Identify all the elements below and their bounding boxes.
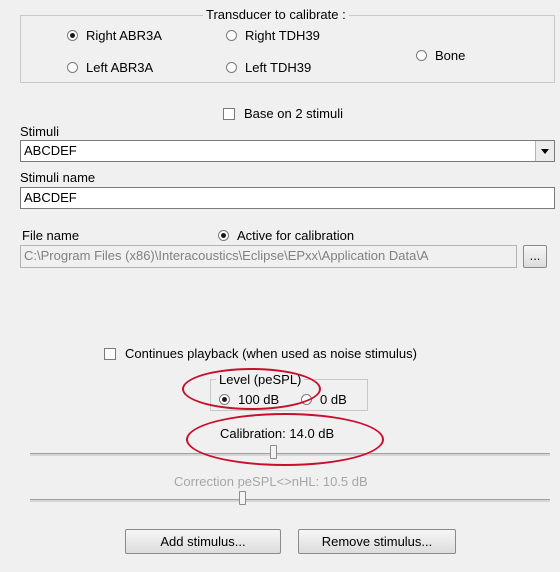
dropdown-button[interactable]: [535, 141, 554, 161]
radio-selected-icon: [67, 30, 78, 41]
radio-right-abr3a[interactable]: Right ABR3A: [67, 28, 162, 43]
stimuli-name-input[interactable]: ABCDEF: [20, 187, 555, 209]
stimuli-label: Stimuli: [20, 124, 60, 139]
browse-button[interactable]: ...: [523, 245, 547, 268]
checkbox-label: Continues playback (when used as noise s…: [125, 346, 417, 361]
file-name-label: File name: [22, 228, 80, 243]
radio-label: Right TDH39: [245, 28, 320, 43]
transducer-legend: Transducer to calibrate :: [203, 7, 349, 22]
calibration-label: Calibration: 14.0 dB: [220, 426, 335, 441]
radio-label: Bone: [435, 48, 466, 63]
stimuli-name-label: Stimuli name: [20, 170, 96, 185]
radio-icon: [416, 50, 427, 61]
correction-slider-thumb[interactable]: [239, 491, 246, 505]
correction-slider-track[interactable]: [30, 499, 550, 502]
radio-label: 0 dB: [320, 392, 347, 407]
radio-level-0db[interactable]: 0 dB: [301, 392, 347, 407]
chevron-down-icon: [541, 149, 549, 154]
checkbox-icon: [223, 107, 235, 120]
radio-icon: [67, 62, 78, 73]
continues-playback-checkbox[interactable]: Continues playback (when used as noise s…: [104, 346, 417, 361]
calibration-slider-track[interactable]: [30, 453, 550, 456]
radio-selected-icon: [218, 230, 229, 241]
radio-bone[interactable]: Bone: [416, 48, 465, 63]
radio-label: Right ABR3A: [86, 28, 162, 43]
radio-left-abr3a[interactable]: Left ABR3A: [67, 60, 153, 75]
calibration-slider-thumb[interactable]: [270, 445, 277, 459]
radio-level-100db[interactable]: 100 dB: [219, 392, 279, 407]
radio-right-tdh39[interactable]: Right TDH39: [226, 28, 320, 43]
radio-label: Left TDH39: [245, 60, 312, 75]
stimuli-name-value: ABCDEF: [24, 190, 77, 205]
checkbox-label: Base on 2 stimuli: [244, 106, 343, 121]
file-path-input[interactable]: C:\Program Files (x86)\Interacoustics\Ec…: [20, 245, 517, 268]
radio-left-tdh39[interactable]: Left TDH39: [226, 60, 311, 75]
radio-icon: [226, 30, 237, 41]
checkbox-icon: [104, 347, 116, 360]
calibration-panel: Transducer to calibrate : Right ABR3A Ri…: [0, 0, 560, 572]
stimuli-value: ABCDEF: [24, 143, 77, 158]
stimuli-dropdown[interactable]: ABCDEF: [20, 140, 555, 162]
base-on-2-stimuli-checkbox[interactable]: Base on 2 stimuli: [223, 106, 343, 121]
level-legend: Level (peSPL): [216, 372, 305, 387]
remove-stimulus-button[interactable]: Remove stimulus...: [298, 529, 456, 554]
correction-label: Correction peSPL<>nHL: 10.5 dB: [174, 474, 368, 489]
radio-selected-icon: [219, 394, 230, 405]
active-for-calibration-radio[interactable]: Active for calibration: [218, 228, 354, 243]
file-path-value: C:\Program Files (x86)\Interacoustics\Ec…: [24, 248, 429, 263]
radio-label: Left ABR3A: [86, 60, 154, 75]
radio-icon: [301, 394, 312, 405]
radio-label: 100 dB: [238, 392, 280, 407]
radio-icon: [226, 62, 237, 73]
radio-label: Active for calibration: [237, 228, 355, 243]
add-stimulus-button[interactable]: Add stimulus...: [125, 529, 281, 554]
